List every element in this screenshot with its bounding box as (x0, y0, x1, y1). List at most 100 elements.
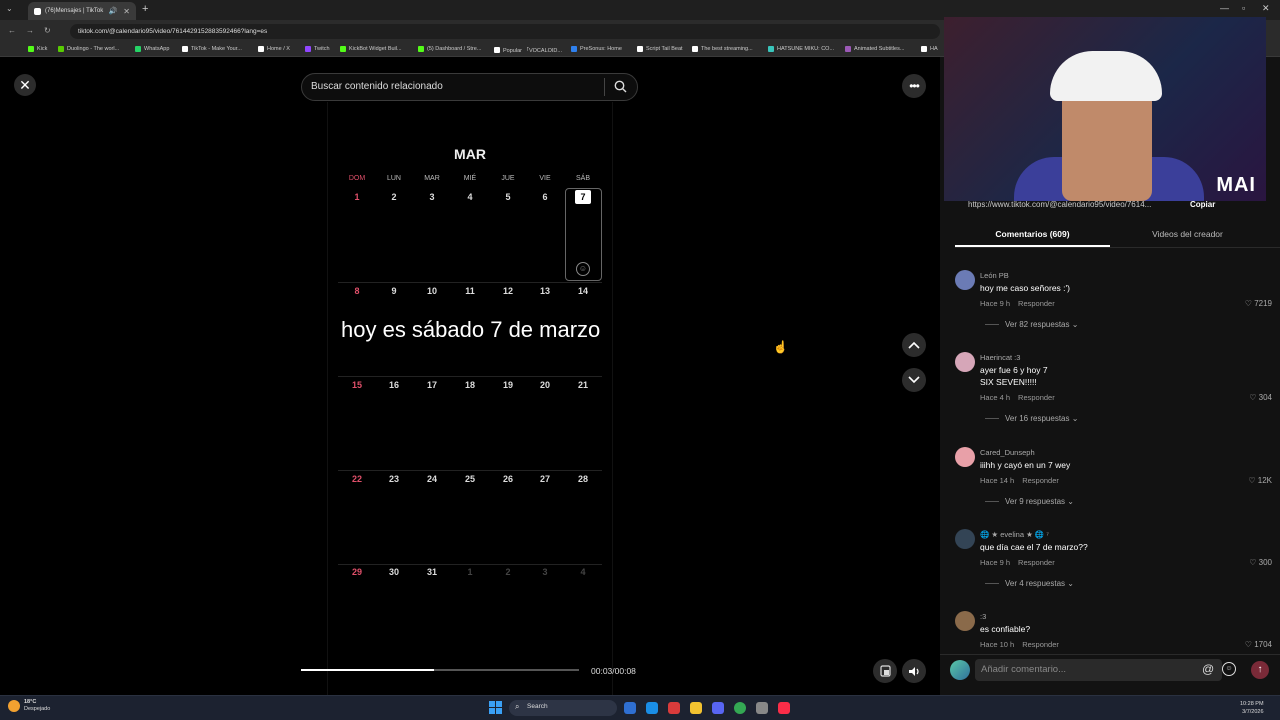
view-replies-button[interactable]: Ver 4 respuestas ⌄ (985, 579, 1074, 588)
tab-audio-icon[interactable]: 🔊 (109, 7, 118, 15)
url-field[interactable]: tiktok.com/@calendario95/video/761442915… (70, 24, 940, 39)
reply-button[interactable]: Responder (1018, 393, 1055, 402)
task-view-icon[interactable] (624, 702, 636, 714)
bookmark-favicon-icon (340, 46, 346, 52)
bookmark-item[interactable]: The best streaming... (692, 46, 753, 52)
calendar-row-divider (338, 376, 602, 377)
miniplayer-button[interactable] (873, 659, 897, 683)
weather-widget[interactable]: 18°C Despejado (8, 699, 50, 713)
tab-close-icon[interactable]: ✕ (123, 7, 130, 16)
volume-button[interactable] (902, 659, 926, 683)
file-explorer-icon[interactable] (690, 702, 702, 714)
like-count-value: 7219 (1254, 299, 1272, 308)
calendar-weekday: MIÉ (463, 175, 477, 182)
avatar[interactable] (955, 529, 975, 549)
bookmark-item[interactable]: TikTok - Make Your... (182, 46, 242, 52)
reload-icon[interactable]: ↻ (44, 26, 51, 35)
bookmark-item[interactable]: WhatsApp (135, 46, 169, 52)
calendar-day: 28 (577, 474, 588, 484)
tab-creator-videos[interactable]: Videos del creador (1110, 229, 1265, 239)
bookmark-favicon-icon (418, 46, 424, 52)
maximize-icon[interactable]: ▫ (1242, 3, 1245, 13)
like-count[interactable]: ♡ 7219 (1245, 299, 1272, 308)
discord-icon[interactable] (712, 702, 724, 714)
bookmark-item[interactable]: PreSonus: Home (571, 46, 622, 52)
view-replies-button[interactable]: Ver 16 respuestas ⌄ (985, 414, 1078, 423)
window-close-icon[interactable]: ✕ (1262, 3, 1270, 14)
avatar[interactable] (955, 352, 975, 372)
send-button[interactable]: ↑ (1251, 661, 1269, 679)
comment-username[interactable]: Cared_Dunseph (980, 448, 1035, 457)
reply-button[interactable]: Responder (1022, 640, 1059, 649)
calendar-day: 3 (542, 567, 548, 577)
emoji-icon[interactable]: ☺ (1222, 662, 1236, 676)
comment-username[interactable]: Haerincat :3 (980, 353, 1020, 362)
bookmark-label: Script Tail Beat (646, 46, 683, 52)
bookmark-item[interactable]: (5) Dashboard / Stre... (418, 46, 481, 52)
chrome-icon[interactable] (734, 702, 746, 714)
bookmark-item[interactable]: Popular 「VOCALOID... (494, 46, 562, 54)
bookmark-item[interactable]: HA (921, 46, 938, 52)
comment-time: Hace 10 h (980, 640, 1015, 649)
bookmark-item[interactable]: Home / X (258, 46, 290, 52)
comment-time: Hace 9 h (980, 299, 1011, 308)
bookmark-item[interactable]: HATSUNE MIKU: CO... (768, 46, 834, 52)
calendar-weekday: MAR (424, 175, 440, 182)
calendar-day: 20 (539, 380, 550, 390)
settings-icon[interactable] (756, 702, 768, 714)
calendar-day: 21 (577, 380, 588, 390)
reply-button[interactable]: Responder (1018, 299, 1055, 308)
comment-username[interactable]: 🌐 ★ evelina ★ 🌐 ⁷ (980, 530, 1049, 539)
next-video-button[interactable] (902, 368, 926, 392)
copy-link-button[interactable]: Copiar (1190, 200, 1215, 209)
windows-start-icon[interactable] (489, 701, 502, 714)
like-count[interactable]: ♡ 12K (1248, 476, 1272, 485)
bookmark-item[interactable]: Animated Subtitles... (845, 46, 904, 52)
bookmark-item[interactable]: Duolingo - The worl... (58, 46, 119, 52)
like-count[interactable]: ♡ 300 (1249, 558, 1272, 567)
calendar-day: 5 (505, 192, 511, 202)
search-icon[interactable] (614, 80, 627, 93)
comment-input[interactable]: Añadir comentario... (975, 659, 1222, 681)
minimize-icon[interactable]: — (1220, 3, 1229, 13)
bookmark-item[interactable]: Kick (28, 46, 47, 52)
like-count[interactable]: ♡ 304 (1249, 393, 1272, 402)
more-options-button[interactable]: ••• (902, 74, 926, 98)
calendar-day: 23 (388, 474, 399, 484)
avatar[interactable] (955, 447, 975, 467)
reply-button[interactable]: Responder (1022, 476, 1059, 485)
view-replies-button[interactable]: Ver 82 respuestas ⌄ (985, 320, 1078, 329)
comment-username[interactable]: León PB (980, 271, 1009, 280)
video-progress-fill (301, 669, 435, 671)
bookmark-label: Home / X (267, 46, 290, 52)
previous-video-button[interactable] (902, 333, 926, 357)
reply-button[interactable]: Responder (1018, 558, 1055, 567)
heart-icon: ♡ (1244, 299, 1255, 308)
comment-username[interactable]: :3 (980, 612, 986, 621)
bookmark-item[interactable]: Script Tail Beat (637, 46, 683, 52)
close-video-button[interactable]: ✕ (14, 74, 36, 96)
calendar-day: 3 (429, 192, 435, 202)
edge-icon[interactable] (646, 702, 658, 714)
calendar-day: 1 (467, 567, 473, 577)
app-icon[interactable] (668, 702, 680, 714)
tab-search-icon[interactable]: ⌄ (6, 4, 13, 13)
like-count[interactable]: ♡ 1704 (1245, 640, 1272, 649)
taskbar-search[interactable]: ⌕ Search (509, 700, 617, 716)
music-icon[interactable] (778, 702, 790, 714)
calendar-day: 26 (502, 474, 513, 484)
miniplayer-icon (879, 665, 891, 677)
view-replies-button[interactable]: Ver 9 respuestas ⌄ (985, 497, 1074, 506)
avatar[interactable] (955, 611, 975, 631)
tab-comments[interactable]: Comentarios (609) (955, 229, 1110, 239)
avatar[interactable] (955, 270, 975, 290)
bookmark-item[interactable]: KickBot Widget Buil... (340, 46, 402, 52)
new-tab-button[interactable]: + (142, 3, 148, 15)
more-dots-icon: ••• (909, 79, 920, 93)
mention-icon[interactable]: @ (1202, 662, 1214, 676)
bookmark-item[interactable]: Twitch (305, 46, 330, 52)
calendar-weekday: DOM (348, 175, 366, 182)
browser-tab[interactable]: (76)Mensajes | TikTok 🔊 ✕ (28, 2, 136, 20)
forward-icon[interactable]: → (26, 26, 34, 35)
back-icon[interactable]: ← (8, 26, 16, 35)
